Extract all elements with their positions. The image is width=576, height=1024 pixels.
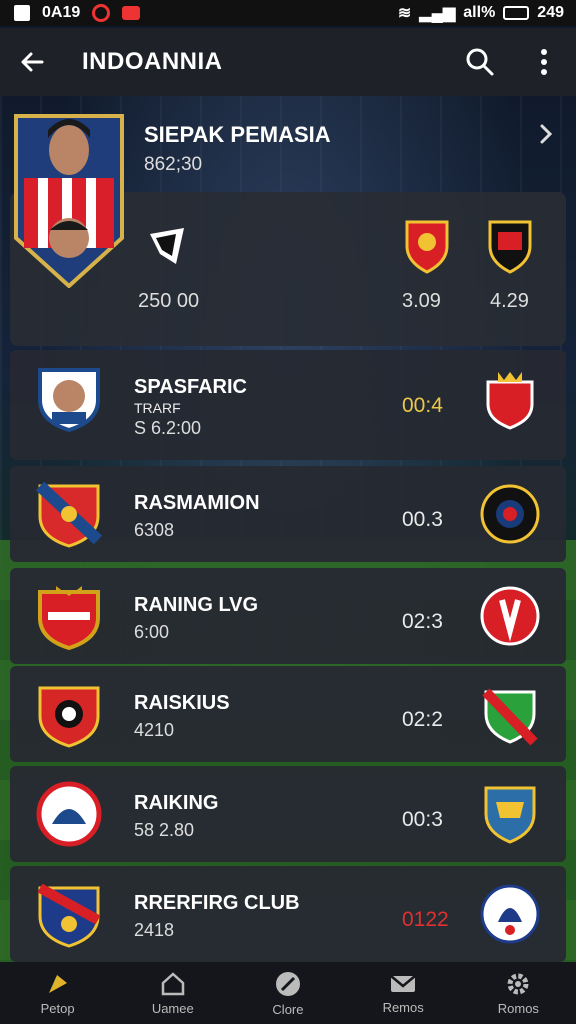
status-bar: 0A19 ≋ ▂▄▆ all% 249 <box>0 0 576 26</box>
opponent-crest-icon <box>480 884 540 944</box>
app-bar: INDOANNIA <box>0 28 576 96</box>
mail-icon <box>390 974 416 992</box>
team-name: RAIKING <box>134 792 219 814</box>
clock-icon <box>275 971 300 996</box>
app-icon-a <box>14 5 30 21</box>
tab-remos[interactable]: Remos <box>358 972 448 1015</box>
team-detail: 58 2.80 <box>134 820 195 840</box>
status-time: 0A19 <box>42 4 81 21</box>
tab-label: Romos <box>497 1000 539 1016</box>
featured-right-score: 4.29 <box>490 290 529 312</box>
team-crest-icon <box>38 368 100 432</box>
team-name: RRERFIRG CLUB <box>134 892 300 914</box>
opponent-crest-2 <box>484 214 536 274</box>
tab-clore[interactable]: Clore <box>243 970 333 1017</box>
page-title: INDOANNIA <box>82 48 223 75</box>
back-arrow-icon[interactable] <box>12 42 52 82</box>
club-logo-icon <box>146 224 188 270</box>
notification-icon <box>92 4 111 22</box>
team-subname: TRARF <box>134 400 181 416</box>
team-detail: 2418 <box>134 920 175 940</box>
team-crest-icon <box>36 781 102 847</box>
youtube-icon <box>122 6 141 20</box>
wifi-icon: ≋ <box>397 5 412 22</box>
featured-mid-score: 3.09 <box>402 290 441 312</box>
featured-match-card[interactable]: 250 00 3.09 4.29 SIEPAK PEMASIA 862;30 <box>10 108 566 346</box>
match-time: 02:3 <box>402 610 443 633</box>
tab-petop[interactable]: Petop <box>13 971 103 1016</box>
team-crest-icon <box>38 586 100 650</box>
chevron-right-icon[interactable] <box>538 122 554 151</box>
team-detail: 6:00 <box>134 622 170 642</box>
battery-icon <box>503 6 530 20</box>
team-name: SPASFARIC <box>134 376 247 398</box>
match-row[interactable]: SPASFARIC TRARF S 6.2:00 00:4 <box>10 350 566 460</box>
opponent-crest-icon <box>480 484 540 544</box>
team-detail: 4210 <box>134 720 175 740</box>
signal-text: all% <box>463 4 496 21</box>
match-time: 00:4 <box>402 394 443 417</box>
opponent-crest-icon <box>486 372 534 430</box>
player-card-image <box>10 108 128 289</box>
home-icon <box>161 971 185 995</box>
match-row[interactable]: RRERFIRG CLUB 2418 0122 <box>10 866 566 962</box>
featured-left-score: 250 00 <box>138 290 200 312</box>
match-time: 00.3 <box>402 508 443 531</box>
tab-label: Uamee <box>151 1000 194 1016</box>
team-crest-icon <box>38 686 100 748</box>
more-options-icon[interactable] <box>524 42 564 82</box>
tab-label: Petop <box>40 1000 75 1016</box>
team-name: RAISKIUS <box>134 692 230 714</box>
team-name: RANING LVG <box>134 594 259 616</box>
match-time: 0122 <box>402 908 449 931</box>
match-time: 00:3 <box>402 808 443 831</box>
match-time: 02:2 <box>402 708 443 731</box>
tab-romos[interactable]: Romos <box>473 971 563 1016</box>
team-crest-icon <box>36 481 102 548</box>
battery-level: 249 <box>537 4 564 21</box>
pin-icon <box>48 974 67 993</box>
match-row[interactable]: RAISKIUS 4210 02:2 <box>10 666 566 762</box>
featured-title: SIEPAK PEMASIA <box>144 122 331 147</box>
opponent-crest-icon <box>480 586 540 646</box>
tab-label: Clore <box>272 1001 304 1017</box>
team-detail: 6308 <box>134 520 175 540</box>
match-row[interactable]: RASMAMION 6308 00.3 <box>10 466 566 562</box>
opponent-crest-icon <box>484 786 536 844</box>
gear-icon <box>507 973 529 994</box>
team-detail: S 6.2:00 <box>134 418 202 438</box>
bottom-navigation: Petop Uamee Clore Remos Romos <box>0 962 576 1024</box>
tab-label: Remos <box>382 999 424 1015</box>
featured-subtitle: 862;30 <box>144 154 203 175</box>
match-row[interactable]: RAIKING 58 2.80 00:3 <box>10 766 566 862</box>
team-crest-icon <box>37 883 101 948</box>
team-name: RASMAMION <box>134 492 260 514</box>
tab-uamee[interactable]: Uamee <box>128 971 218 1016</box>
signal-icon: ▂▄▆ <box>419 5 456 22</box>
match-row[interactable]: RANING LVG 6:00 02:3 <box>10 568 566 664</box>
search-icon[interactable] <box>460 42 500 82</box>
opponent-crest-1 <box>402 214 452 274</box>
opponent-crest-icon <box>482 688 538 746</box>
